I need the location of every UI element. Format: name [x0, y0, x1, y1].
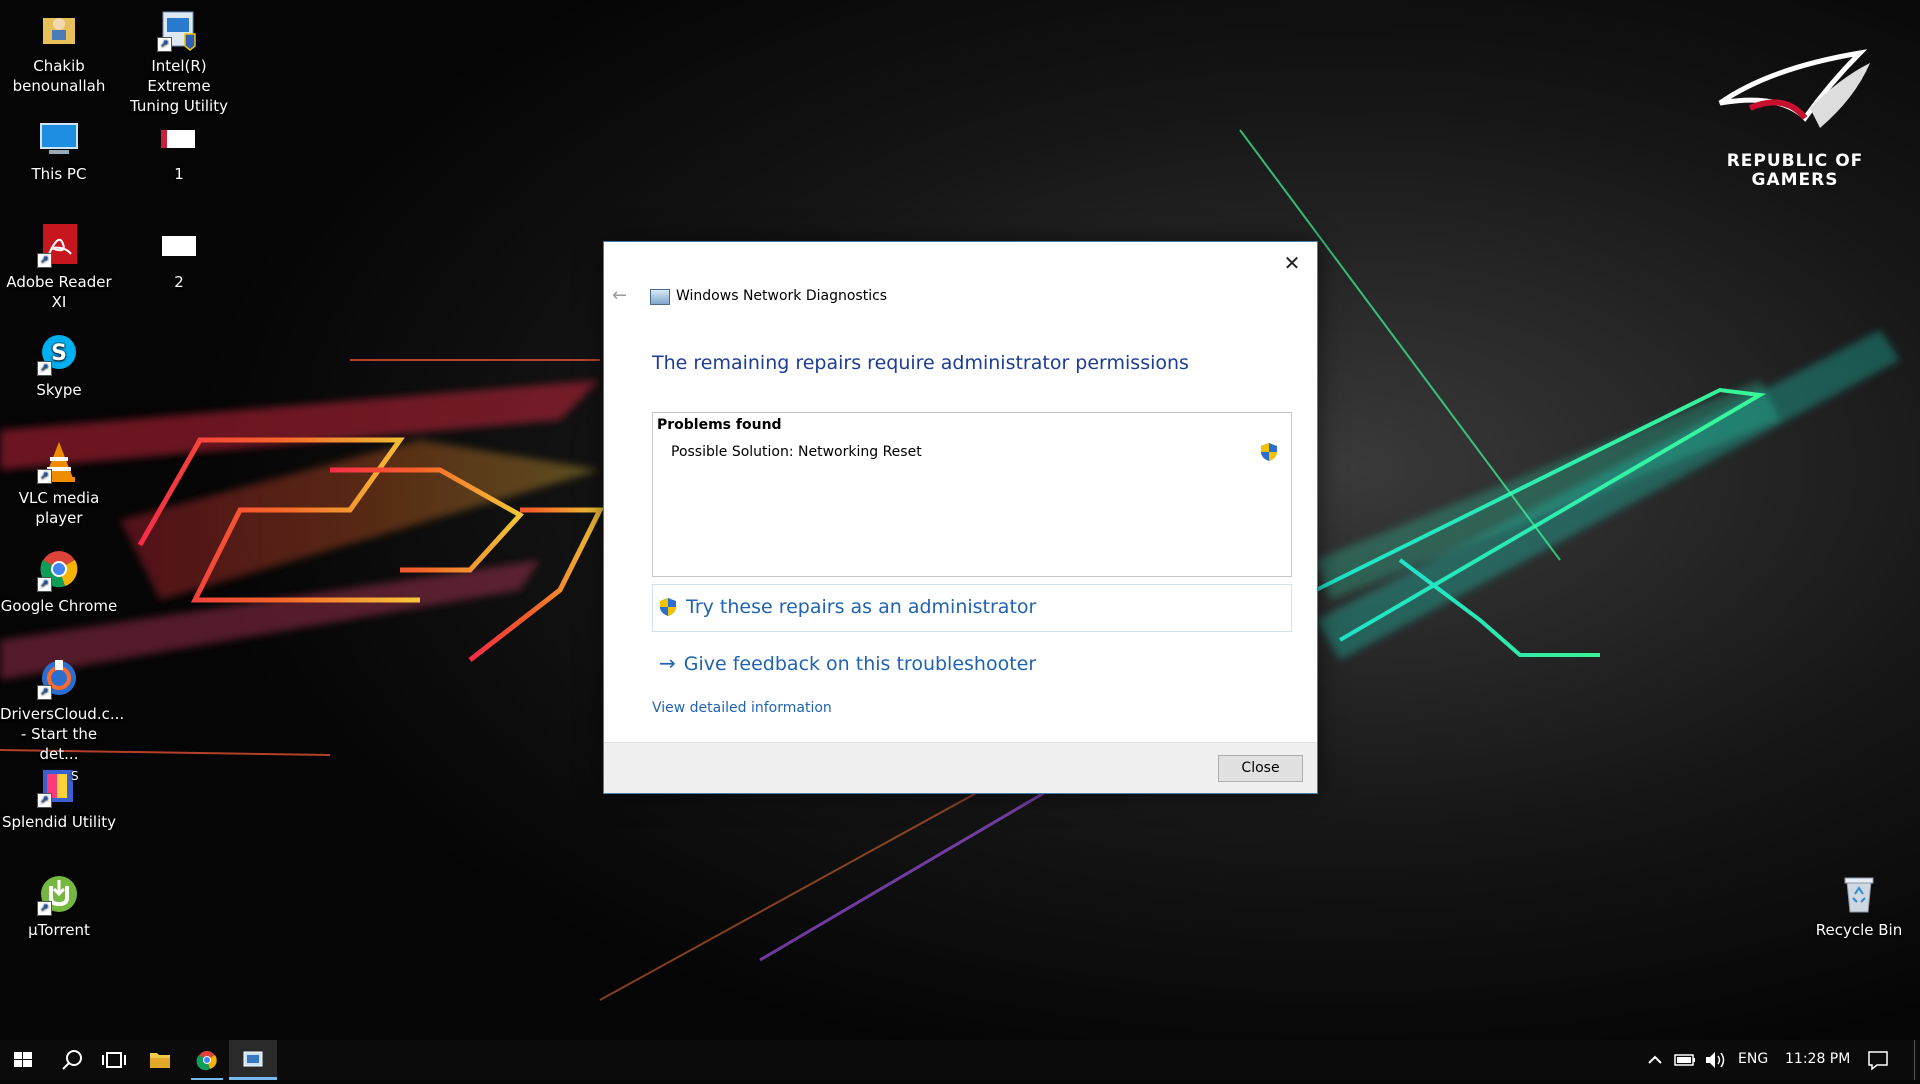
dialog-heading: The remaining repairs require administra… [652, 352, 1189, 374]
chrome-icon [196, 1051, 217, 1071]
give-feedback-link[interactable]: → Give feedback on this troubleshooter [659, 651, 1036, 675]
network-diagnostics-icon [650, 289, 670, 305]
skype-icon: S ↗ [37, 332, 81, 376]
taskbar-file-explorer[interactable] [136, 1040, 184, 1080]
shortcut-arrow-icon: ↗ [37, 577, 52, 592]
desktop-icon-file-1[interactable]: 1 [120, 116, 238, 184]
try-as-admin-label: Try these repairs as an administrator [686, 596, 1037, 618]
shortcut-arrow-icon: ↗ [37, 685, 52, 700]
shortcut-arrow-icon: ↗ [37, 361, 52, 376]
desktop-icon-file-2[interactable]: 2 [120, 224, 238, 292]
chevron-up-icon [1648, 1055, 1662, 1064]
volume-button[interactable] [1700, 1040, 1730, 1080]
rog-logo: REPUBLIC OF GAMERS [1700, 48, 1890, 190]
file-icon [157, 224, 201, 268]
desktop-icon-adobe-reader[interactable]: ↗ Adobe Reader XI [0, 224, 118, 312]
rog-brand-line2: GAMERS [1751, 170, 1839, 190]
user-folder-icon [37, 8, 81, 52]
give-feedback-label: Give feedback on this troubleshooter [683, 653, 1037, 675]
taskbar: ENG 11:28 PM [0, 1040, 1920, 1080]
battery-icon [1674, 1054, 1695, 1066]
desktop-icon-this-pc[interactable]: This PC [0, 116, 118, 184]
shortcut-arrow-icon: ↗ [37, 253, 52, 268]
shortcut-arrow-icon: ↗ [157, 37, 172, 52]
try-as-admin-button[interactable]: Try these repairs as an administrator [652, 584, 1292, 632]
shortcut-arrow-icon: ↗ [37, 901, 52, 916]
desktop-icon-vlc[interactable]: ↗ VLC media player [0, 440, 118, 528]
back-arrow-icon[interactable]: ← [612, 285, 627, 306]
desktop-icon-utorrent[interactable]: ↗ µTorrent [0, 872, 118, 940]
search-button[interactable] [48, 1040, 96, 1080]
shortcut-arrow-icon: ↗ [37, 793, 52, 808]
volume-icon [1706, 1052, 1725, 1068]
rog-eye-icon [1718, 49, 1870, 128]
desktop-icon-label: Splendid Utility [1, 813, 117, 831]
this-pc-icon [37, 116, 81, 160]
desktop-icon-skype[interactable]: S ↗ Skype [0, 332, 118, 400]
problem-item-label: Possible Solution: Networking Reset [671, 444, 922, 460]
dialog-close-icon[interactable]: ✕ [1277, 248, 1307, 278]
desktop-icon-label: 1 [174, 165, 184, 183]
rog-brand-line1: REPUBLIC OF [1726, 151, 1864, 171]
recycle-bin-icon [1837, 872, 1881, 916]
desktop-icon-chrome[interactable]: ↗ Google Chrome [0, 548, 118, 616]
desktop-icon-label: Recycle Bin [1815, 921, 1903, 939]
battery-button[interactable] [1670, 1040, 1700, 1080]
task-view-button[interactable] [90, 1040, 138, 1080]
driverscloud-icon: ↗ [37, 656, 81, 700]
show-desktop-button[interactable] [1914, 1040, 1915, 1080]
desktop-icon-label: VLC media player [18, 489, 100, 527]
svg-text:S: S [71, 769, 79, 783]
vlc-icon: ↗ [37, 440, 81, 484]
start-button[interactable] [0, 1040, 48, 1080]
desktop-icon-label: Chakib benounallah [12, 57, 106, 95]
taskbar-chrome[interactable] [183, 1040, 231, 1080]
uac-shield-icon [660, 598, 676, 616]
desktop-icon-intel-xtu[interactable]: ↗ Intel(R) Extreme Tuning Utility [120, 8, 238, 116]
clock[interactable]: 11:28 PM [1785, 1051, 1850, 1067]
notifications-icon [1868, 1051, 1888, 1071]
desktop-icon-splendid[interactable]: S ↗ Splendid Utility [0, 764, 118, 832]
network-diagnostics-icon [243, 1051, 263, 1067]
utorrent-icon: ↗ [37, 872, 81, 916]
shortcut-arrow-icon: ↗ [37, 469, 52, 484]
show-hidden-icons-button[interactable] [1640, 1040, 1670, 1080]
desktop-icon-recycle-bin[interactable]: Recycle Bin [1800, 872, 1918, 940]
close-button[interactable]: Close [1218, 755, 1303, 782]
network-diagnostics-dialog: ✕ ← Windows Network Diagnostics The rema… [603, 241, 1318, 794]
svg-text:S: S [51, 341, 67, 366]
problems-found-panel: Problems found Possible Solution: Networ… [652, 412, 1292, 577]
action-center-button[interactable] [1860, 1040, 1896, 1080]
desktop-icon-driverscloud[interactable]: ↗ DriversCloud.c... - Start the det... [0, 656, 125, 764]
desktop-icon-label: Skype [36, 381, 82, 399]
view-detailed-information-link[interactable]: View detailed information [652, 700, 832, 716]
desktop-icon-label: This PC [31, 165, 87, 183]
file-explorer-icon [150, 1053, 170, 1068]
search-icon [62, 1050, 82, 1070]
arrow-right-icon: → [659, 651, 676, 675]
desktop-icon-label: 2 [174, 273, 184, 291]
language-indicator[interactable]: ENG [1738, 1051, 1768, 1067]
desktop-icon-label: Intel(R) Extreme Tuning Utility [130, 57, 228, 115]
splendid-icon: S ↗ [37, 764, 81, 808]
task-view-icon [102, 1052, 126, 1068]
desktop-icon-label: Adobe Reader XI [6, 273, 112, 311]
taskbar-network-diagnostics[interactable] [229, 1040, 277, 1080]
intel-xtu-icon: ↗ [157, 8, 201, 52]
dialog-footer: Close [604, 742, 1317, 793]
desktop-icon-label: µTorrent [28, 921, 90, 939]
desktop-icon-label: DriversCloud.c... - Start the det... [0, 705, 125, 763]
uac-shield-icon [1261, 443, 1277, 461]
windows-logo-icon [14, 1052, 32, 1067]
file-icon [157, 116, 201, 160]
dialog-title: Windows Network Diagnostics [676, 288, 888, 304]
desktop-icon-user-folder[interactable]: Chakib benounallah [0, 8, 118, 96]
problems-found-title: Problems found [657, 417, 782, 433]
adobe-reader-icon: ↗ [37, 224, 81, 268]
chrome-icon: ↗ [37, 548, 81, 592]
desktop-icon-label: Google Chrome [0, 597, 118, 615]
